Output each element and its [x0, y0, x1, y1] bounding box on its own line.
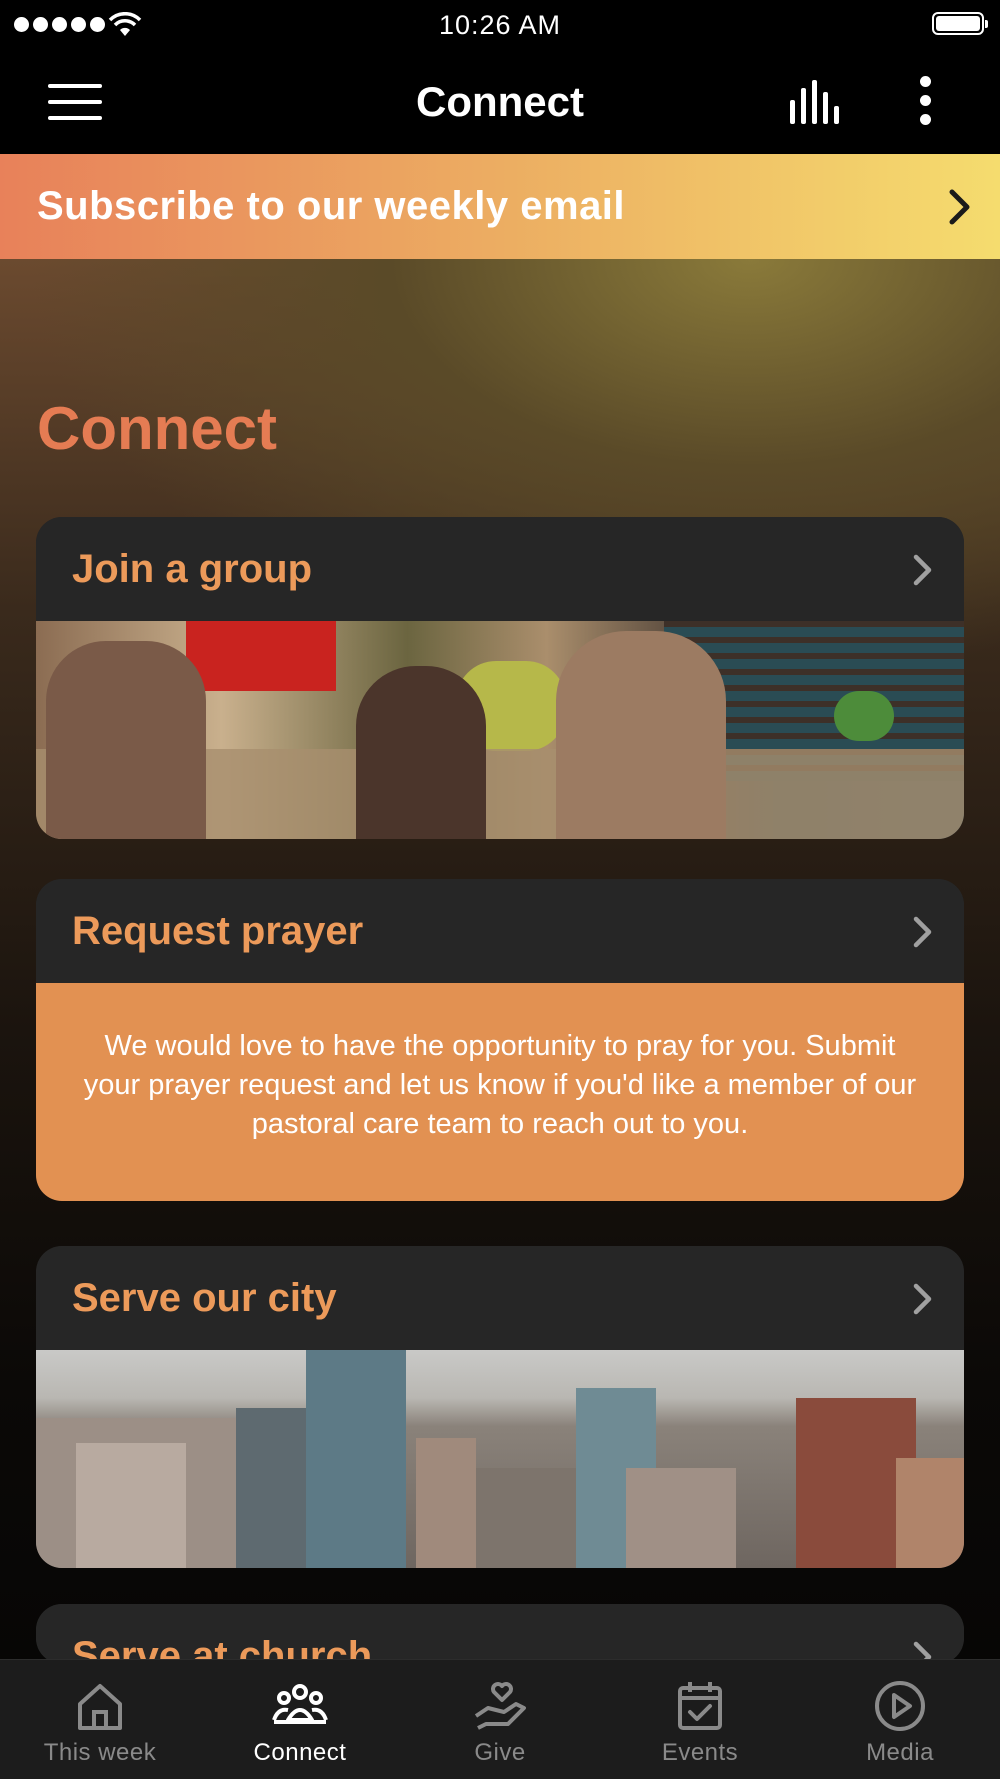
tab-bar: This week Connect Give Events Media — [0, 1659, 1000, 1779]
card-serve-our-city[interactable]: Serve our city — [36, 1246, 964, 1568]
card-label: Join a group — [72, 547, 312, 591]
card-request-prayer[interactable]: Request prayer We would love to have the… — [36, 879, 964, 1201]
tab-label: Give — [474, 1739, 526, 1766]
people-icon — [272, 1684, 328, 1724]
chevron-right-icon — [913, 1283, 932, 1315]
card-join-a-group[interactable]: Join a group — [36, 517, 964, 839]
card-header: Request prayer — [36, 879, 964, 983]
group-photo — [36, 621, 964, 839]
card-serve-at-church[interactable]: Serve at church — [36, 1604, 964, 1664]
chevron-right-icon — [949, 189, 970, 225]
battery-icon — [932, 12, 988, 35]
card-label: Serve our city — [72, 1276, 337, 1320]
tab-label: Media — [866, 1739, 934, 1766]
subscribe-banner[interactable]: Subscribe to our weekly email — [0, 154, 1000, 259]
city-skyline-photo — [36, 1350, 964, 1568]
give-icon — [474, 1682, 526, 1730]
card-label: Request prayer — [72, 909, 364, 953]
tab-media[interactable]: Media — [800, 1660, 1000, 1779]
card-header: Join a group — [36, 517, 964, 621]
tab-events[interactable]: Events — [600, 1660, 800, 1779]
section-title: Connect — [37, 395, 277, 462]
play-icon — [875, 1681, 925, 1731]
page-title: Connect — [416, 78, 584, 125]
status-time: 10:26 AM — [438, 10, 562, 40]
more-options-icon[interactable] — [910, 76, 940, 128]
chevron-right-icon — [913, 916, 932, 948]
nav-bar: Connect — [0, 50, 1000, 154]
tab-label: Connect — [253, 1739, 347, 1766]
card-header: Serve at church — [36, 1604, 964, 1664]
home-icon — [78, 1684, 122, 1730]
main-content: Connect Join a group Request prayer We w… — [0, 259, 1000, 1664]
status-bar: 10:26 AM — [0, 0, 1000, 50]
calendar-icon — [678, 1682, 722, 1730]
subscribe-banner-label: Subscribe to our weekly email — [37, 184, 626, 228]
card-header: Serve our city — [36, 1246, 964, 1350]
audio-bars-icon[interactable] — [788, 78, 848, 124]
tab-this-week[interactable]: This week — [0, 1660, 200, 1779]
prayer-description: We would love to have the opportunity to… — [83, 1030, 917, 1140]
chevron-right-icon — [913, 554, 932, 586]
tab-give[interactable]: Give — [400, 1660, 600, 1779]
prayer-description-panel: We would love to have the opportunity to… — [36, 983, 964, 1201]
tab-label: This week — [43, 1739, 157, 1766]
tab-connect[interactable]: Connect — [200, 1660, 400, 1779]
tab-label: Events — [661, 1739, 739, 1766]
